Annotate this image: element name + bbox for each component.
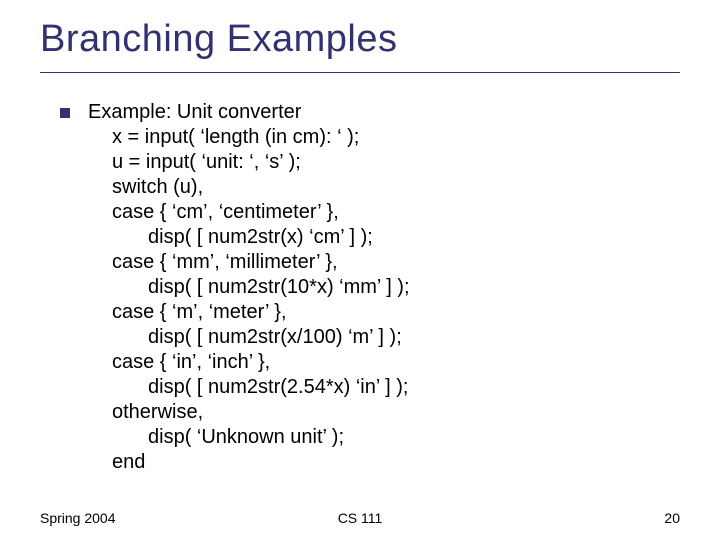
bullet-item: Example: Unit converter x = input( ‘leng… (60, 100, 680, 475)
code-line: x = input( ‘length (in cm): ‘ ); (88, 125, 680, 150)
code-line: disp( [ num2str(2.54*x) ‘in’ ] ); (88, 375, 680, 400)
footer-center: CS 111 (0, 510, 720, 526)
code-line: disp( [ num2str(x) ‘cm’ ] ); (88, 225, 680, 250)
code-line: u = input( ‘unit: ‘, ‘s’ ); (88, 150, 680, 175)
bullet-label: Example: Unit converter (88, 100, 680, 125)
slide-body: Example: Unit converter x = input( ‘leng… (60, 100, 680, 475)
square-bullet-icon (60, 108, 70, 118)
bullet-content: Example: Unit converter x = input( ‘leng… (88, 100, 680, 475)
code-line: case { ‘cm’, ‘centimeter’ }, (88, 200, 680, 225)
code-line: case { ‘in’, ‘inch’ }, (88, 350, 680, 375)
code-line: end (88, 450, 680, 475)
slide: Branching Examples Example: Unit convert… (0, 0, 720, 540)
code-line: disp( ‘Unknown unit’ ); (88, 425, 680, 450)
code-line: switch (u), (88, 175, 680, 200)
slide-title: Branching Examples (40, 18, 398, 61)
page-number: 20 (664, 510, 680, 526)
code-line: disp( [ num2str(x/100) ‘m’ ] ); (88, 325, 680, 350)
code-line: case { ‘mm’, ‘millimeter’ }, (88, 250, 680, 275)
code-line: case { ‘m’, ‘meter’ }, (88, 300, 680, 325)
code-line: otherwise, (88, 400, 680, 425)
title-underline (40, 72, 680, 73)
code-line: disp( [ num2str(10*x) ‘mm’ ] ); (88, 275, 680, 300)
